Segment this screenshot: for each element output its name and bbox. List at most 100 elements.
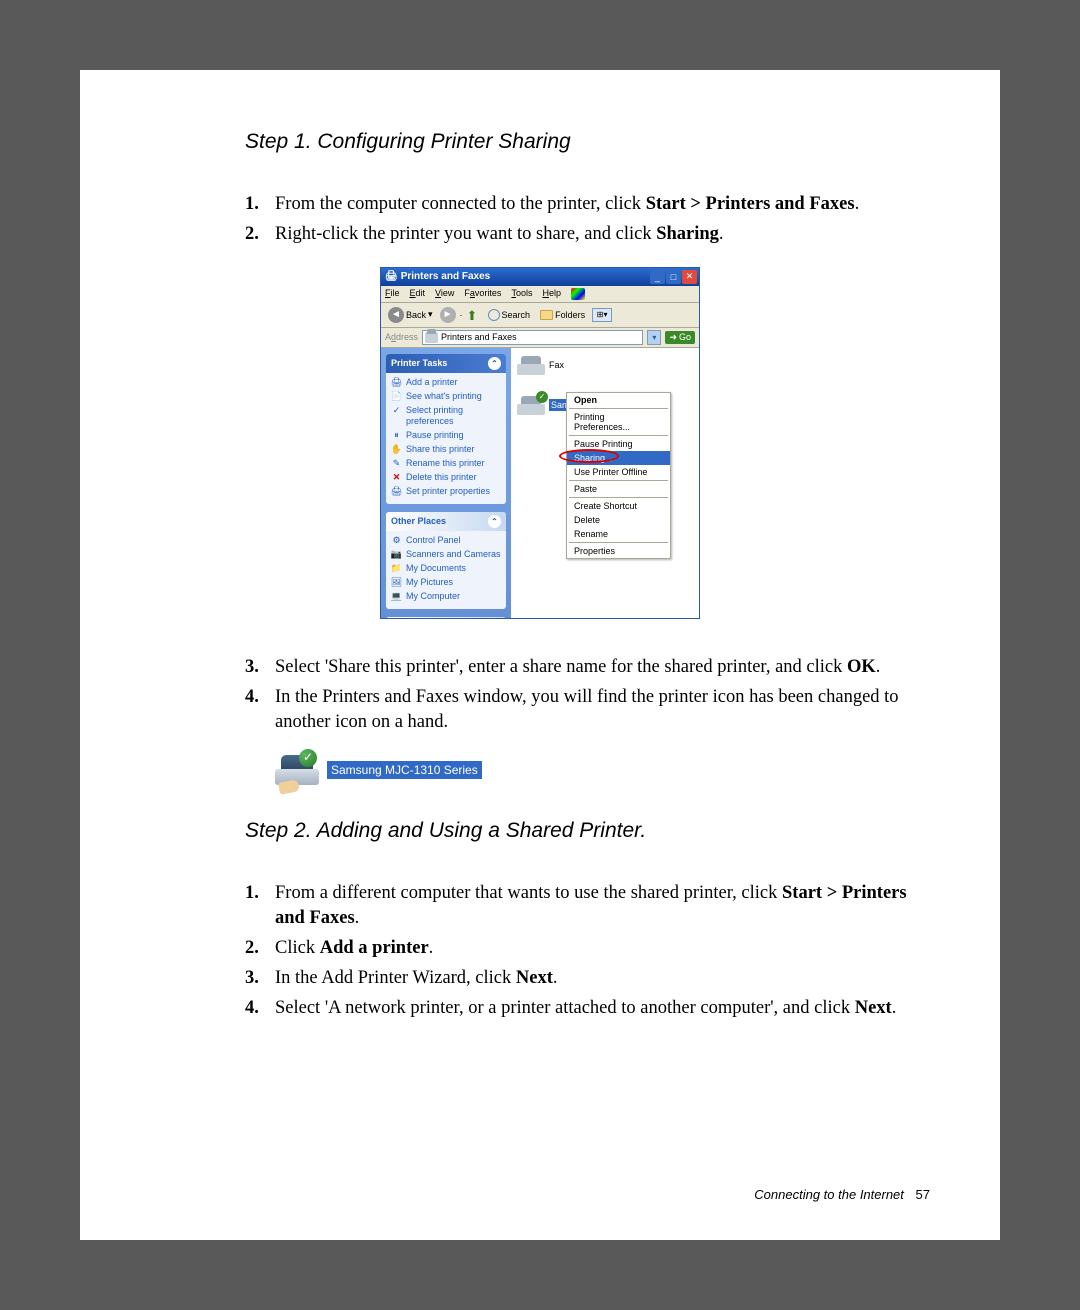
place-my-computer[interactable]: 💻My Computer	[391, 591, 501, 602]
collapse-icon: ⌃	[488, 515, 501, 528]
go-button[interactable]: ➜ Go	[665, 331, 695, 344]
task-properties[interactable]: 🖨Set printer properties	[391, 486, 501, 497]
ctx-properties[interactable]: Properties	[567, 544, 670, 558]
back-button[interactable]: ◄ Back ▾	[385, 306, 436, 324]
task-delete[interactable]: ✕Delete this printer	[391, 472, 501, 483]
window-controls: _ □ ✕	[650, 270, 697, 284]
step1-item-2: 2. Right-click the printer you want to s…	[245, 222, 930, 247]
page-number: 57	[916, 1187, 930, 1202]
menu-file[interactable]: File	[385, 288, 400, 300]
place-control-panel[interactable]: ⚙Control Panel	[391, 535, 501, 546]
step1-item-4: 4. In the Printers and Faxes window, you…	[245, 685, 930, 735]
separator: ·	[460, 310, 463, 320]
step1-list-b: 3. Select 'Share this printer', enter a …	[245, 655, 930, 735]
list-number: 3.	[245, 655, 275, 680]
list-number: 4.	[245, 996, 275, 1021]
chevron-down-icon: ▾	[428, 309, 433, 320]
step2-item-3: 3. In the Add Printer Wizard, click Next…	[245, 966, 930, 991]
document-page: Step 1. Configuring Printer Sharing 1. F…	[80, 70, 1000, 1240]
close-button[interactable]: ✕	[682, 270, 697, 284]
address-dropdown[interactable]: ▾	[647, 330, 661, 345]
menu-tools[interactable]: Tools	[511, 288, 532, 300]
list-text: Click Add a printer.	[275, 936, 930, 961]
queue-icon: 📄	[391, 391, 402, 402]
search-button[interactable]: Search	[485, 308, 534, 322]
ctx-offline[interactable]: Use Printer Offline	[567, 465, 670, 479]
list-text: Select 'A network printer, or a printer …	[275, 996, 930, 1021]
step1-item-1: 1. From the computer connected to the pr…	[245, 192, 930, 217]
menu-edit[interactable]: Edit	[410, 288, 426, 300]
folder-icon: 📁	[391, 563, 402, 574]
ctx-pause[interactable]: Pause Printing	[567, 437, 670, 451]
task-share[interactable]: ✋Share this printer	[391, 444, 501, 455]
share-icon: ✋	[391, 444, 402, 455]
maximize-button[interactable]: □	[666, 270, 681, 284]
check-badge-icon: ✓	[299, 749, 317, 767]
delete-icon: ✕	[391, 472, 402, 483]
menu-view[interactable]: View	[435, 288, 454, 300]
folders-button[interactable]: Folders	[537, 309, 588, 321]
forward-button[interactable]: ►	[440, 307, 456, 323]
up-button[interactable]: ⬆	[467, 308, 481, 322]
task-select-prefs[interactable]: ✓Select printing preferences	[391, 405, 501, 427]
place-scanners[interactable]: 📷Scanners and Cameras	[391, 549, 501, 560]
task-pause[interactable]: ⏸Pause printing	[391, 430, 501, 441]
ctx-open[interactable]: Open	[567, 393, 670, 407]
separator	[569, 542, 668, 543]
menu-help[interactable]: Help	[542, 288, 561, 300]
address-input[interactable]: Printers and Faxes	[422, 330, 643, 345]
task-see-printing[interactable]: 📄See what's printing	[391, 391, 501, 402]
list-number: 3.	[245, 966, 275, 991]
explorer-window: 🖨 Printers and Faxes _ □ ✕ File Edit Vie…	[380, 267, 700, 619]
step1-list-a: 1. From the computer connected to the pr…	[245, 192, 930, 247]
menu-bar: File Edit View Favorites Tools Help	[381, 286, 699, 303]
rename-icon: ✎	[391, 458, 402, 469]
footer-text: Connecting to the Internet	[754, 1187, 904, 1202]
task-add-printer[interactable]: 🖨Add a printer	[391, 377, 501, 388]
step1-heading: Step 1. Configuring Printer Sharing	[245, 130, 930, 154]
page-footer: Connecting to the Internet 57	[754, 1187, 930, 1202]
ctx-sharing[interactable]: Sharing...	[567, 451, 670, 465]
menu-favorites[interactable]: Favorites	[464, 288, 501, 300]
views-button[interactable]: ⊞▾	[592, 308, 612, 322]
window-titlebar: 🖨 Printers and Faxes _ □ ✕	[381, 268, 699, 286]
list-text: From the computer connected to the print…	[275, 192, 930, 217]
fax-icon	[517, 354, 545, 376]
step2-list: 1. From a different computer that wants …	[245, 881, 930, 1021]
list-number: 1.	[245, 881, 275, 931]
address-bar: Address Printers and Faxes ▾ ➜ Go	[381, 328, 699, 348]
minimize-button[interactable]: _	[650, 270, 665, 284]
step2-item-4: 4. Select 'A network printer, or a print…	[245, 996, 930, 1021]
panel-header-details[interactable]: Details ⌄	[386, 617, 506, 618]
address-label: Address	[385, 332, 418, 342]
fax-object[interactable]: Fax	[517, 354, 693, 376]
computer-icon: 💻	[391, 591, 402, 602]
list-number: 1.	[245, 192, 275, 217]
context-menu: Open Printing Preferences... Pause Print…	[566, 392, 671, 559]
window-icon: 🖨	[385, 271, 398, 282]
list-text: Select 'Share this printer', enter a sha…	[275, 655, 930, 680]
pause-icon: ⏸	[391, 430, 402, 441]
hand-icon	[278, 779, 300, 794]
place-my-pics[interactable]: 🖼My Pictures	[391, 577, 501, 588]
folder-view[interactable]: Fax ✓ Samsung MJC-1310 Series Open Print…	[511, 348, 699, 618]
panel-header-tasks[interactable]: Printer Tasks ⌃	[386, 354, 506, 373]
ctx-shortcut[interactable]: Create Shortcut	[567, 499, 670, 513]
prefs-icon: ✓	[391, 405, 402, 416]
toolbar: ◄ Back ▾ ► · ⬆ Search Folders ⊞▾	[381, 303, 699, 328]
ctx-delete[interactable]: Delete	[567, 513, 670, 527]
scanner-icon: 📷	[391, 549, 402, 560]
panel-body-places: ⚙Control Panel 📷Scanners and Cameras 📁My…	[386, 531, 506, 609]
list-number: 2.	[245, 936, 275, 961]
panel-header-places[interactable]: Other Places ⌃	[386, 512, 506, 531]
ctx-paste[interactable]: Paste	[567, 482, 670, 496]
task-rename[interactable]: ✎Rename this printer	[391, 458, 501, 469]
step2-item-2: 2. Click Add a printer.	[245, 936, 930, 961]
screenshot-printers-faxes: 🖨 Printers and Faxes _ □ ✕ File Edit Vie…	[150, 267, 930, 619]
panel-printer-tasks: Printer Tasks ⌃ 🖨Add a printer 📄See what…	[386, 354, 506, 504]
back-arrow-icon: ◄	[388, 307, 404, 323]
ctx-prefs[interactable]: Printing Preferences...	[567, 410, 670, 434]
place-my-docs[interactable]: 📁My Documents	[391, 563, 501, 574]
separator	[569, 497, 668, 498]
ctx-rename[interactable]: Rename	[567, 527, 670, 541]
